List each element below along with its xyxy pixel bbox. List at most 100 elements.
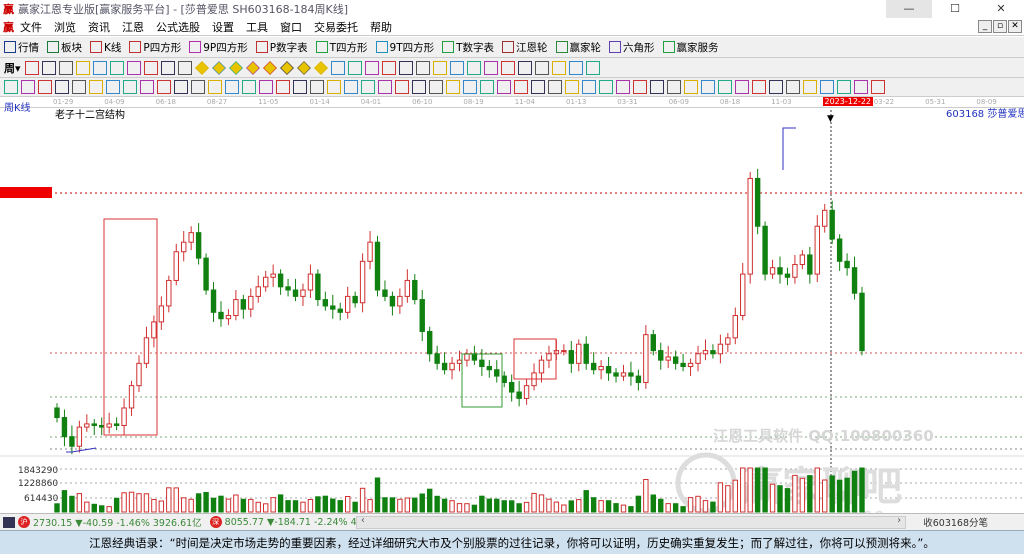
menu-item[interactable]: 帮助 xyxy=(370,19,392,35)
horizontal-scrollbar[interactable]: ‹ › xyxy=(356,515,906,529)
tool-icon[interactable] xyxy=(381,60,396,75)
close-button[interactable]: ✕ xyxy=(978,0,1024,18)
tool-icon[interactable] xyxy=(245,60,260,75)
tool-icon[interactable] xyxy=(398,60,413,75)
tool-icon[interactable] xyxy=(616,80,630,94)
tool-icon[interactable] xyxy=(313,60,328,75)
tool-icon[interactable] xyxy=(483,60,498,75)
toolbar-button[interactable]: 9P四方形 xyxy=(189,40,248,55)
tool-icon[interactable] xyxy=(58,60,73,75)
tool-icon[interactable] xyxy=(160,60,175,75)
tool-icon[interactable] xyxy=(174,80,188,94)
tool-icon[interactable] xyxy=(480,80,494,94)
tool-icon[interactable] xyxy=(208,80,222,94)
tool-icon[interactable] xyxy=(449,60,464,75)
toolbar-button[interactable]: 9T四方形 xyxy=(375,40,434,55)
tool-icon[interactable] xyxy=(735,80,749,94)
tool-icon[interactable] xyxy=(500,60,515,75)
tool-icon[interactable] xyxy=(259,80,273,94)
tool-icon[interactable] xyxy=(415,60,430,75)
tool-icon[interactable] xyxy=(228,60,243,75)
tool-icon[interactable] xyxy=(262,60,277,75)
tool-icon[interactable] xyxy=(551,60,566,75)
toolbar-button[interactable]: P四方形 xyxy=(129,40,181,55)
toolbar-button[interactable]: K线 xyxy=(90,40,121,55)
tool-icon[interactable] xyxy=(123,80,137,94)
tool-icon[interactable] xyxy=(463,80,477,94)
tool-icon[interactable] xyxy=(633,80,647,94)
tool-icon[interactable] xyxy=(667,80,681,94)
tool-icon[interactable] xyxy=(24,60,39,75)
tool-icon[interactable] xyxy=(109,60,124,75)
tool-icon[interactable] xyxy=(429,80,443,94)
tool-icon[interactable] xyxy=(143,60,158,75)
tool-icon[interactable] xyxy=(534,60,549,75)
tool-icon[interactable] xyxy=(126,60,141,75)
period-select[interactable]: 周▾ xyxy=(4,60,21,76)
tool-icon[interactable] xyxy=(89,80,103,94)
tool-icon[interactable] xyxy=(497,80,511,94)
tool-icon[interactable] xyxy=(769,80,783,94)
menu-item[interactable]: 资讯 xyxy=(88,19,110,35)
tool-icon[interactable] xyxy=(330,60,345,75)
tool-icon[interactable] xyxy=(276,80,290,94)
tool-icon[interactable] xyxy=(871,80,885,94)
tool-icon[interactable] xyxy=(211,60,226,75)
tool-icon[interactable] xyxy=(55,80,69,94)
tool-icon[interactable] xyxy=(177,60,192,75)
toolbar-button[interactable]: 六角形 xyxy=(609,40,655,55)
tool-icon[interactable] xyxy=(157,80,171,94)
tool-icon[interactable] xyxy=(514,80,528,94)
tool-icon[interactable] xyxy=(466,60,481,75)
toolbar-button[interactable]: 赢家轮 xyxy=(555,40,601,55)
tool-icon[interactable] xyxy=(803,80,817,94)
tool-icon[interactable] xyxy=(75,60,90,75)
tool-icon[interactable] xyxy=(106,80,120,94)
tool-icon[interactable] xyxy=(361,80,375,94)
menu-item[interactable]: 文件 xyxy=(20,19,42,35)
tool-icon[interactable] xyxy=(786,80,800,94)
tool-icon[interactable] xyxy=(752,80,766,94)
menu-item[interactable]: 浏览 xyxy=(54,19,76,35)
tool-icon[interactable] xyxy=(837,80,851,94)
tool-icon[interactable] xyxy=(310,80,324,94)
tool-icon[interactable] xyxy=(344,80,358,94)
tool-icon[interactable] xyxy=(21,80,35,94)
tool-icon[interactable] xyxy=(599,80,613,94)
tool-icon[interactable] xyxy=(718,80,732,94)
toolbar-button[interactable]: T数字表 xyxy=(442,40,494,55)
toolbar-button[interactable]: 赢家服务 xyxy=(662,40,719,55)
tool-icon[interactable] xyxy=(854,80,868,94)
tool-icon[interactable] xyxy=(364,60,379,75)
tool-icon[interactable] xyxy=(820,80,834,94)
tool-icon[interactable] xyxy=(446,80,460,94)
tool-icon[interactable] xyxy=(41,60,56,75)
menu-item[interactable]: 工具 xyxy=(246,19,268,35)
tool-icon[interactable] xyxy=(650,80,664,94)
tool-icon[interactable] xyxy=(194,60,209,75)
minimize-button[interactable]: — xyxy=(886,0,932,18)
toolbar-button[interactable]: 板块 xyxy=(47,40,82,55)
tool-icon[interactable] xyxy=(72,80,86,94)
tool-icon[interactable] xyxy=(38,80,52,94)
toolbar-button[interactable]: 行情 xyxy=(4,40,39,55)
tool-icon[interactable] xyxy=(531,80,545,94)
tool-icon[interactable] xyxy=(347,60,362,75)
menu-item[interactable]: 交易委托 xyxy=(314,19,358,35)
tick-data-link[interactable]: 收603168分笔 xyxy=(923,515,988,529)
tool-icon[interactable] xyxy=(565,80,579,94)
toolbar-button[interactable]: 江恩轮 xyxy=(502,40,548,55)
candlestick-chart[interactable]: 江恩工具软件 QQ:100800360赢家聊吧liaoba.yicf360.co… xyxy=(0,108,1024,513)
tool-icon[interactable] xyxy=(432,60,447,75)
tool-icon[interactable] xyxy=(684,80,698,94)
tool-icon[interactable] xyxy=(395,80,409,94)
maximize-button[interactable]: ☐ xyxy=(932,0,978,18)
tool-icon[interactable] xyxy=(92,60,107,75)
mdi-restore-button[interactable]: ▫ xyxy=(993,20,1007,33)
calculator-icon[interactable] xyxy=(3,516,15,528)
tool-icon[interactable] xyxy=(582,80,596,94)
tool-icon[interactable] xyxy=(517,60,532,75)
tool-icon[interactable] xyxy=(191,80,205,94)
tool-icon[interactable] xyxy=(140,80,154,94)
menu-item[interactable]: 窗口 xyxy=(280,19,302,35)
